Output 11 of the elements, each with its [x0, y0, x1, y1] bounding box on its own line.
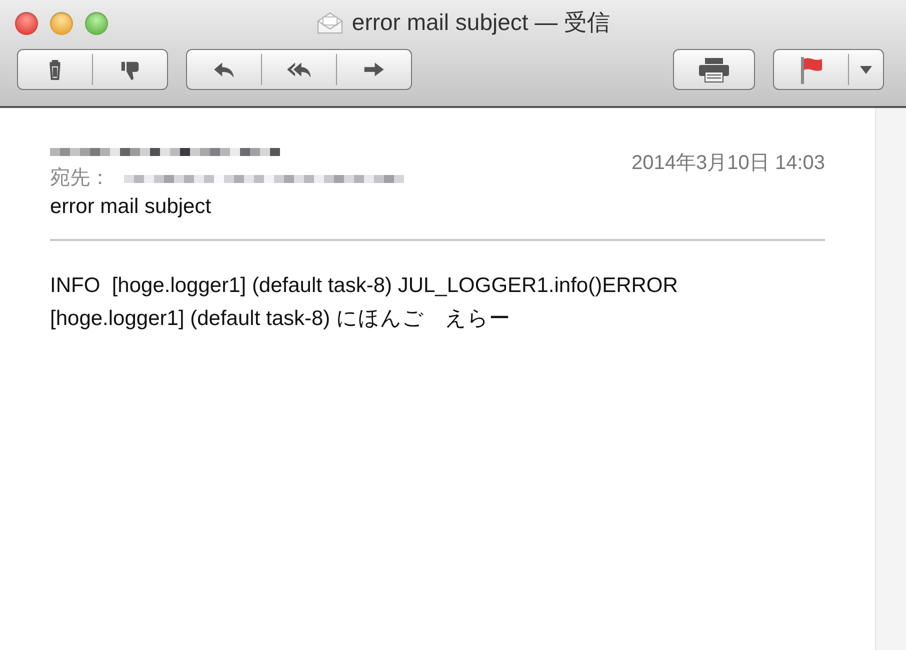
flag-icon [798, 54, 824, 84]
caret-icon [860, 66, 872, 74]
envelope-icon [316, 10, 344, 34]
message-body: INFO [hoge.logger1] (default task-8) JUL_LOGGER1.info()ERROR [hoge.logger1] (default task-8) にほんご えらー [50, 273, 679, 332]
window-title: error mail subject — 受信 [352, 8, 610, 37]
printer-icon [697, 56, 731, 82]
scrollbar-track[interactable] [875, 108, 906, 650]
close-window-button[interactable] [15, 12, 38, 34]
to-label: 宛先： [50, 166, 110, 191]
message-subject: error mail subject [50, 195, 212, 219]
message-date: 2014年3月10日 14:03 [632, 151, 825, 176]
